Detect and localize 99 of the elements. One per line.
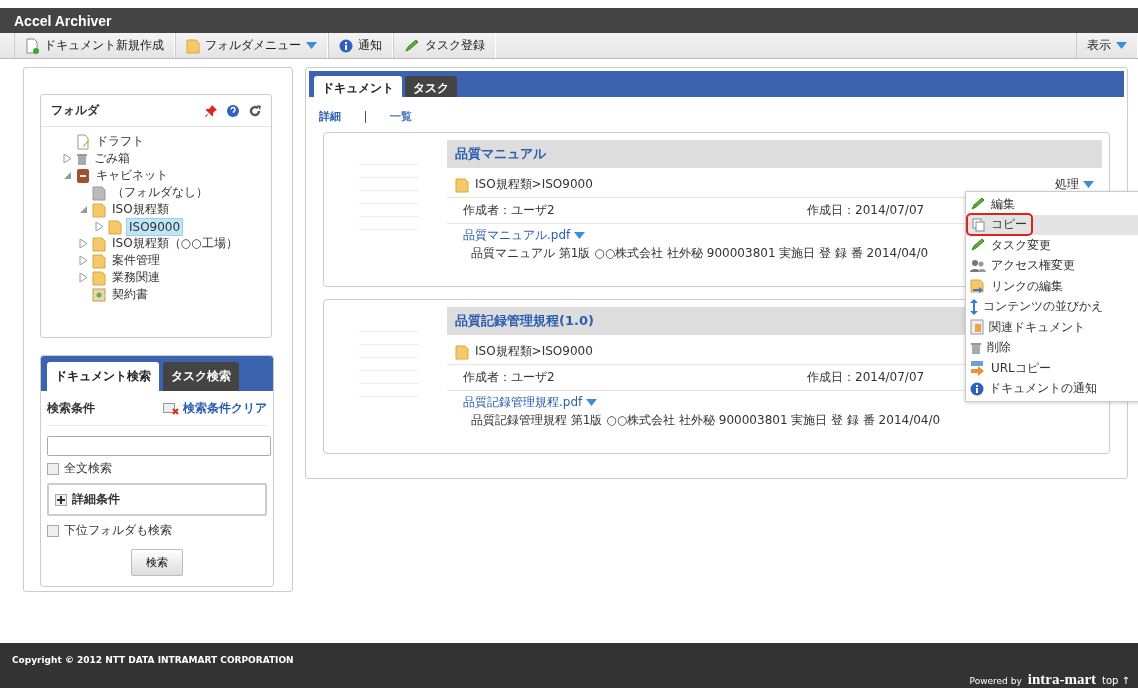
author-text: 作成者：ユーザ2 (463, 369, 556, 386)
url-arrow-icon (970, 360, 986, 377)
search-tab[interactable]: ドキュメント検索 (47, 362, 159, 391)
file-description: 品質記録管理規程 第1版 ○○株式会社 社外秘 900003801 実施日 登 録 番 2014/04/0 (471, 412, 941, 429)
folder-tree-item[interactable]: ごみ箱 (92, 149, 132, 168)
folder-tree-item[interactable]: 契約書 (110, 285, 150, 304)
folder-path: ISO規程類>ISO9000 (475, 343, 593, 360)
folder-icon (186, 37, 200, 54)
created-date: 作成日：2014/07/07 (807, 369, 925, 386)
draft-icon (76, 133, 90, 150)
new-doc-icon (25, 37, 39, 54)
pin-icon[interactable] (205, 104, 217, 117)
folder-tree-item[interactable]: 業務関連 (110, 268, 162, 287)
clear-icon (163, 402, 179, 415)
copyright-text: Copyright © 2012 NTT DATA INTRAMART CORPORATION (12, 655, 294, 665)
folder-tree-item[interactable]: （フォルダなし） (110, 183, 210, 202)
plus-icon (55, 493, 67, 506)
toolbar-button[interactable]: フォルダメニュー (175, 33, 328, 58)
dropdown-caret-icon (1116, 42, 1127, 49)
author-text: 作成者：ユーザ2 (463, 202, 556, 219)
collapsed-triangle-icon[interactable] (79, 256, 88, 265)
menu-item[interactable]: リンクの編集 (966, 276, 1138, 297)
action-menu-button[interactable]: 処理 (1055, 176, 1094, 193)
panel-title: フォルダ (51, 102, 101, 119)
collapsed-triangle-icon[interactable] (95, 222, 104, 231)
folder-icon (92, 201, 106, 218)
trash-icon (970, 340, 982, 355)
folder-arrow-icon (970, 279, 986, 294)
menu-item[interactable]: 編集 (966, 194, 1138, 215)
menu-item[interactable]: アクセス権変更 (966, 255, 1138, 276)
dropdown-caret-icon (306, 42, 317, 49)
empty-folder-icon (92, 184, 106, 201)
menu-item[interactable]: 削除 (966, 337, 1138, 358)
folder-icon (455, 176, 469, 193)
clear-conditions-link[interactable]: 検索条件クリア (163, 400, 267, 417)
content-tab[interactable]: ドキュメント (314, 76, 402, 97)
toolbar-button[interactable]: タスク登録 (393, 33, 496, 58)
folder-icon (92, 252, 106, 269)
folder-icon (108, 218, 122, 235)
menu-item[interactable]: タスク変更 (966, 235, 1138, 256)
document-title[interactable]: 品質マニュアル (447, 140, 1102, 168)
info-icon (339, 38, 353, 53)
file-link[interactable]: 品質記録管理規程.pdf (463, 394, 583, 411)
pencil-icon (970, 238, 986, 253)
trash-icon (76, 151, 88, 166)
view-menu-button[interactable]: 表示 (1076, 33, 1138, 58)
refresh-icon[interactable] (249, 104, 261, 117)
folder-tree-item[interactable]: 案件管理 (110, 251, 162, 270)
toolbar-button[interactable]: ドキュメント新規作成 (14, 33, 175, 58)
toolbar-button[interactable]: 通知 (328, 33, 393, 58)
dropdown-caret-icon (586, 399, 598, 406)
search-conditions-label: 検索条件 (47, 400, 95, 417)
expanded-triangle-icon[interactable] (63, 171, 72, 180)
cabinet-icon (76, 167, 90, 184)
dropdown-caret-icon (574, 232, 586, 239)
content-tab[interactable]: タスク (405, 76, 457, 97)
collapsed-triangle-icon[interactable] (79, 239, 88, 248)
folder-tree-item[interactable]: ISO規程類 (110, 200, 171, 219)
checkbox-label: 全文検索 (64, 460, 112, 477)
folder-tree-item[interactable]: ISO規程類（○○工場） (110, 234, 240, 253)
file-link[interactable]: 品質マニュアル.pdf (463, 227, 571, 244)
collapsed-triangle-icon[interactable] (79, 273, 88, 282)
dropdown-caret-icon (1083, 181, 1094, 188)
menu-item[interactable]: ドキュメントの通知 (966, 378, 1138, 399)
folder-tree-item[interactable]: ISO9000 (126, 217, 184, 236)
users-icon (970, 258, 986, 273)
view-link[interactable]: 一覧 (390, 109, 412, 124)
powered-by-text: Powered by (969, 676, 1022, 686)
view-link[interactable]: 詳細 (319, 109, 341, 124)
created-date: 作成日：2014/07/07 (807, 202, 925, 219)
pencil-icon (404, 38, 420, 53)
folder-icon (455, 343, 469, 360)
menu-item[interactable]: コピー (966, 214, 1138, 235)
info-icon (970, 381, 984, 396)
help-icon[interactable] (227, 104, 239, 117)
document-icon (970, 319, 984, 336)
folder-path: ISO規程類>ISO9000 (475, 176, 593, 193)
collapsed-triangle-icon[interactable] (63, 154, 72, 163)
folder-icon (92, 269, 106, 286)
detail-conditions-expander[interactable]: 詳細条件 (47, 483, 267, 516)
checkbox[interactable] (47, 524, 59, 537)
back-to-top-link[interactable]: top ↑ (1102, 675, 1130, 686)
menu-item[interactable]: URLコピー (966, 358, 1138, 379)
folder-tree-item[interactable]: ドラフト (94, 132, 146, 151)
up-down-arrow-icon (970, 298, 978, 315)
copy-icon (972, 217, 986, 232)
app-title: Accel Archiver (0, 8, 1138, 33)
search-button[interactable]: 検索 (131, 549, 183, 576)
logo: intra-mart (1027, 671, 1097, 688)
file-description: 品質マニュアル 第1版 ○○株式会社 社外秘 900003801 実施日 登 録 番 2014/04/0 (471, 245, 929, 262)
expanded-triangle-icon[interactable] (79, 205, 88, 214)
contract-icon (92, 287, 106, 302)
folder-icon (92, 235, 106, 252)
folder-tree-item[interactable]: キャビネット (94, 166, 170, 185)
checkbox[interactable] (47, 462, 59, 475)
pencil-icon (970, 197, 986, 212)
checkbox-label: 下位フォルダも検索 (64, 522, 172, 539)
search-tab[interactable]: タスク検索 (163, 362, 239, 391)
search-input-field[interactable] (47, 436, 271, 456)
